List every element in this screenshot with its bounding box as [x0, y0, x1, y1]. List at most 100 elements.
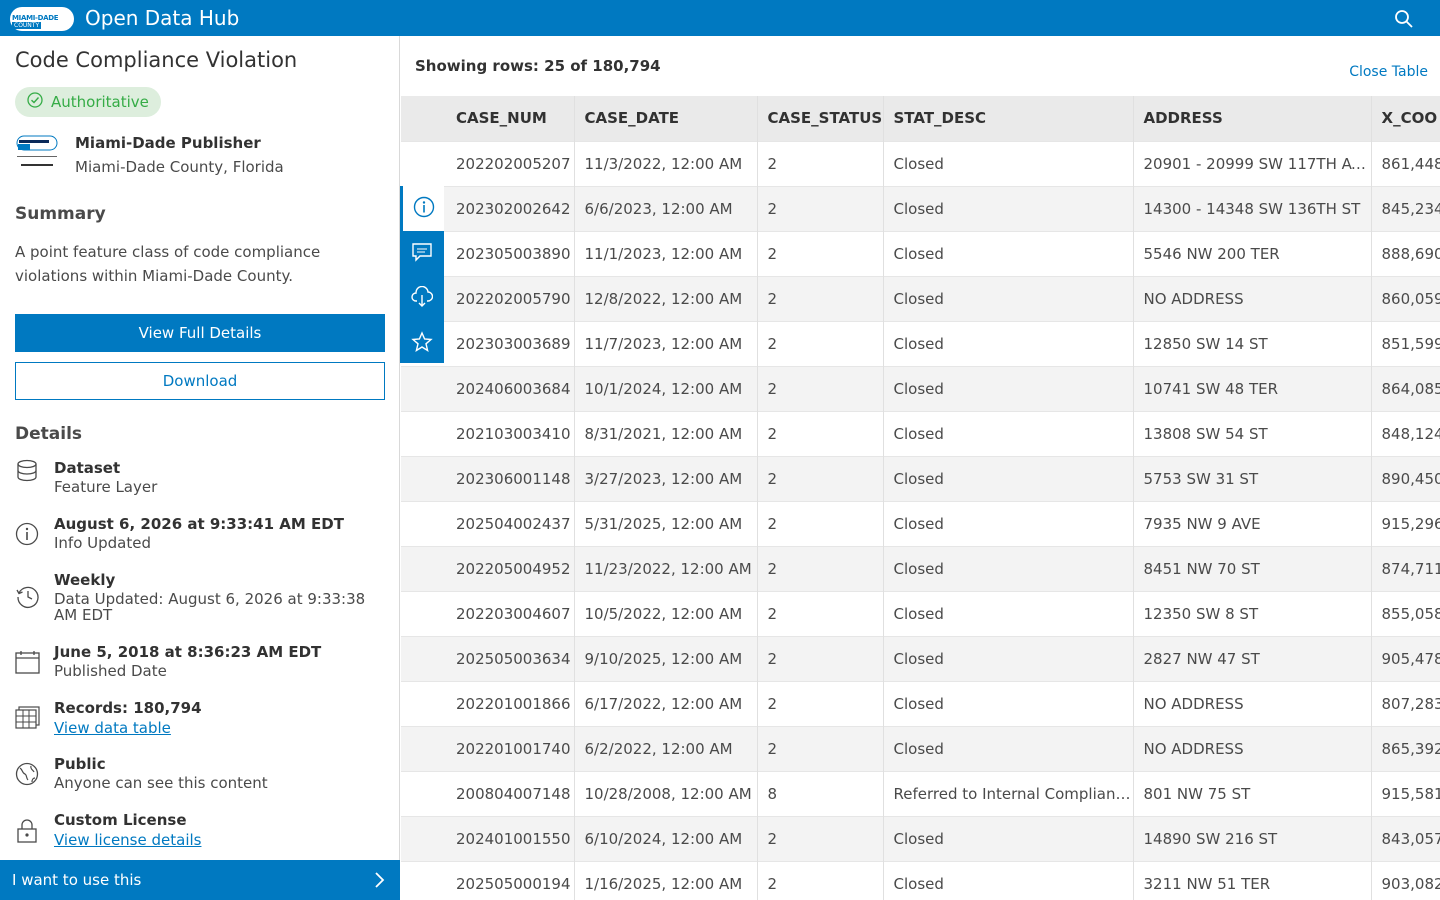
- cell-case-status: 8: [756, 770, 883, 816]
- cell-case-num: 202103003410: [401, 410, 574, 456]
- cell-case-status: 2: [756, 590, 883, 636]
- cell-case-num: 202203004607: [401, 590, 574, 636]
- cell-stat-desc: Closed: [882, 455, 1133, 501]
- authoritative-badge: Authoritative: [15, 87, 161, 117]
- download-button[interactable]: Download: [15, 362, 385, 400]
- column-header-case-status[interactable]: CASE_STATUS: [756, 96, 883, 141]
- table-row[interactable]: 202305003890 11/1/2023, 12:00 AM 2 Closed 55…: [401, 230, 1440, 276]
- table-row[interactable]: 202401001550 6/10/2024, 12:00 AM 2 Closed 14…: [401, 815, 1440, 861]
- cell-case-status: 2: [756, 275, 883, 321]
- database-icon: [15, 458, 41, 484]
- comment-action-button[interactable]: [400, 231, 444, 276]
- info-updated-date: August 6, 2026 at 9:33:41 AM EDT: [54, 515, 344, 533]
- cell-stat-desc: Closed: [882, 500, 1133, 546]
- cell-address: 12850 SW 14 ST: [1132, 320, 1371, 366]
- table-row[interactable]: 202201001866 6/17/2022, 12:00 AM 2 Closed NO…: [401, 680, 1440, 726]
- cell-case-date: 8/31/2021, 12:00 AM: [573, 410, 757, 456]
- cell-x-coord: 888,690: [1370, 230, 1440, 276]
- table-row[interactable]: 202406003684 10/1/2024, 12:00 AM 2 Closed 10…: [401, 365, 1440, 411]
- cell-case-num: 202201001866: [401, 680, 574, 726]
- chevron-right-icon: [372, 871, 386, 893]
- logo-text-bottom: COUNTY: [12, 22, 42, 29]
- details-heading: Details: [15, 424, 83, 444]
- check-circle-icon: [27, 92, 51, 112]
- published-date: June 5, 2018 at 8:36:23 AM EDT: [54, 643, 322, 661]
- cell-case-num: 202406003684: [401, 365, 574, 411]
- data-updated-text: Data Updated: August 6, 2026 at 9:33:38 …: [54, 590, 366, 624]
- close-table-link[interactable]: Close Table: [1349, 64, 1428, 80]
- cell-stat-desc: Closed: [882, 185, 1133, 231]
- column-header-address[interactable]: ADDRESS: [1132, 96, 1371, 141]
- cell-x-coord: 851,599: [1370, 320, 1440, 366]
- table-row[interactable]: 202203004607 10/5/2022, 12:00 AM 2 Closed 12…: [401, 590, 1440, 636]
- info-action-button[interactable]: [400, 186, 444, 231]
- view-license-details-link[interactable]: View license details: [54, 831, 201, 849]
- cell-address: 5546 NW 200 TER: [1132, 230, 1371, 276]
- table-row[interactable]: 202302002642 6/6/2023, 12:00 AM 2 Closed 143…: [401, 185, 1440, 231]
- cell-case-date: 11/1/2023, 12:00 AM: [573, 230, 757, 276]
- cell-stat-desc: Closed: [882, 635, 1133, 681]
- table-icon: [15, 706, 41, 732]
- column-header-case-date[interactable]: CASE_DATE: [573, 96, 757, 141]
- table-row[interactable]: 202505000194 1/16/2025, 12:00 AM 2 Closed 32…: [401, 860, 1440, 900]
- cell-address: NO ADDRESS: [1132, 275, 1371, 321]
- rows-info: Showing rows: 25 of 180,794: [415, 57, 661, 75]
- table-row[interactable]: 202103003410 8/31/2021, 12:00 AM 2 Closed 13…: [401, 410, 1440, 456]
- cell-stat-desc: Closed: [882, 725, 1133, 771]
- cell-case-date: 9/10/2025, 12:00 AM: [573, 635, 757, 681]
- cell-case-date: 6/10/2024, 12:00 AM: [573, 815, 757, 861]
- publisher-logo: [15, 134, 59, 172]
- info-icon: [15, 522, 41, 548]
- app-header: MIAMI-DADE COUNTY Open Data Hub: [0, 0, 1440, 36]
- cell-case-date: 11/3/2022, 12:00 AM: [573, 140, 757, 186]
- cell-case-status: 2: [756, 230, 883, 276]
- table-row[interactable]: 202504002437 5/31/2025, 12:00 AM 2 Closed 79…: [401, 500, 1440, 546]
- table-row[interactable]: 202306001148 3/27/2023, 12:00 AM 2 Closed 57…: [401, 455, 1440, 501]
- lock-icon: [15, 818, 41, 844]
- cell-case-date: 3/27/2023, 12:00 AM: [573, 455, 757, 501]
- item-info-panel: Code Compliance Violation Authoritative …: [0, 36, 400, 900]
- column-header-stat-desc[interactable]: STAT_DESC: [882, 96, 1133, 141]
- cell-address: 801 NW 75 ST: [1132, 770, 1371, 816]
- cell-stat-desc: Closed: [882, 140, 1133, 186]
- search-icon[interactable]: [1394, 9, 1414, 29]
- download-action-button[interactable]: [400, 276, 444, 321]
- view-full-details-button[interactable]: View Full Details: [15, 314, 385, 352]
- cell-address: 12350 SW 8 ST: [1132, 590, 1371, 636]
- cell-address: NO ADDRESS: [1132, 680, 1371, 726]
- cell-case-num: 202505003634: [401, 635, 574, 681]
- cell-case-num: 202504002437: [401, 500, 574, 546]
- cell-stat-desc: Closed: [882, 365, 1133, 411]
- info-icon: [413, 196, 435, 222]
- county-logo[interactable]: MIAMI-DADE COUNTY: [10, 5, 76, 31]
- favorite-action-button[interactable]: [400, 321, 444, 366]
- table-row[interactable]: 202202005790 12/8/2022, 12:00 AM 2 Closed NO…: [401, 275, 1440, 321]
- globe-icon: [15, 762, 41, 788]
- app-title[interactable]: Open Data Hub: [85, 6, 239, 30]
- cell-address: 14300 - 14348 SW 136TH ST: [1132, 185, 1371, 231]
- column-header-x-coord[interactable]: X_COO: [1370, 96, 1440, 141]
- access-level: Public: [54, 755, 106, 773]
- table-row[interactable]: 202202005207 11/3/2022, 12:00 AM 2 Closed 20…: [401, 140, 1440, 186]
- table-row[interactable]: 202201001740 6/2/2022, 12:00 AM 2 Closed NO …: [401, 725, 1440, 771]
- table-row[interactable]: 202205004952 11/23/2022, 12:00 AM 2 Closed 8…: [401, 545, 1440, 591]
- table-row[interactable]: 200804007148 10/28/2008, 12:00 AM 8 Referre…: [401, 770, 1440, 816]
- cell-case-date: 6/6/2023, 12:00 AM: [573, 185, 757, 231]
- star-icon: [411, 330, 433, 357]
- view-data-table-link[interactable]: View data table: [54, 719, 171, 737]
- cell-x-coord: 890,450: [1370, 455, 1440, 501]
- cell-case-status: 2: [756, 860, 883, 900]
- data-table: CASE_NUM CASE_DATE CASE_STATUS STAT_DESC…: [401, 96, 1440, 900]
- cell-case-date: 10/28/2008, 12:00 AM: [573, 770, 757, 816]
- cell-case-status: 2: [756, 545, 883, 591]
- dataset-type-title: Dataset: [54, 459, 121, 477]
- cell-case-date: 6/2/2022, 12:00 AM: [573, 725, 757, 771]
- table-row[interactable]: 202505003634 9/10/2025, 12:00 AM 2 Closed 28…: [401, 635, 1440, 681]
- records-count: Records: 180,794: [54, 699, 202, 717]
- i-want-to-use-this-button[interactable]: I want to use this: [0, 860, 400, 900]
- cell-case-date: 6/17/2022, 12:00 AM: [573, 680, 757, 726]
- cell-case-status: 2: [756, 635, 883, 681]
- publisher-name[interactable]: Miami-Dade Publisher: [75, 134, 261, 152]
- table-row[interactable]: 202303003689 11/7/2023, 12:00 AM 2 Closed 12…: [401, 320, 1440, 366]
- column-header-case-num[interactable]: CASE_NUM: [401, 96, 574, 141]
